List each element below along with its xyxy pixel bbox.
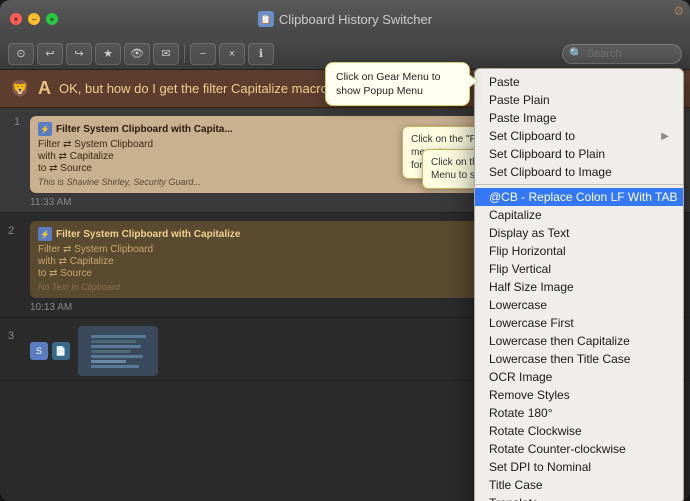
clip-time-1: 11:33 AM: [30, 197, 72, 208]
menu-item-set-dpi[interactable]: Set DPI to Nominal: [475, 458, 683, 476]
menu-item-rotate-180[interactable]: Rotate 180°: [475, 404, 683, 422]
close-button[interactable]: ×: [10, 13, 22, 25]
clip-num-2: 2: [8, 225, 14, 237]
eye-button[interactable]: 👁: [124, 43, 150, 65]
letter-a-icon: A: [38, 78, 51, 99]
thumb-line-2: [91, 340, 136, 343]
back-button[interactable]: ↩: [37, 43, 63, 65]
clip-3-icon2: 📄: [52, 342, 70, 360]
menu-item-rotate-cw[interactable]: Rotate Clockwise: [475, 422, 683, 440]
app-window: × − + 📋 Clipboard History Switcher ⊙ ↩ ↪…: [0, 0, 690, 501]
info-button[interactable]: ℹ: [248, 43, 274, 65]
minus-button[interactable]: −: [190, 43, 216, 65]
mail-button[interactable]: ✉: [153, 43, 179, 65]
menu-item-set-clipboard[interactable]: Set Clipboard to ▶: [475, 127, 683, 145]
menu-item-half-size[interactable]: Half Size Image: [475, 278, 683, 296]
menu-item-title-case[interactable]: Title Case: [475, 476, 683, 494]
titlebar-center: 📋 Clipboard History Switcher: [258, 11, 432, 27]
gear-callout: Click on Gear Menu to show Popup Menu: [325, 62, 470, 106]
toolbar-sep-1: [184, 45, 185, 63]
window-title: Clipboard History Switcher: [279, 12, 432, 27]
maximize-button[interactable]: +: [46, 13, 58, 25]
menu-item-paste-image[interactable]: Paste Image: [475, 109, 683, 127]
menu-item-remove-styles[interactable]: Remove Styles: [475, 386, 683, 404]
menu-item-rotate-ccw[interactable]: Rotate Counter-clockwise: [475, 440, 683, 458]
menu-item-cb-replace[interactable]: @CB - Replace Colon LF With TAB: [475, 188, 683, 206]
forward-button[interactable]: ↪: [66, 43, 92, 65]
menu-item-translate[interactable]: Translate: [475, 494, 683, 501]
menu-item-ocr[interactable]: OCR Image: [475, 368, 683, 386]
menu-item-lowercase-capitalize[interactable]: Lowercase then Capitalize: [475, 332, 683, 350]
search-input[interactable]: [587, 48, 672, 60]
thumb-line-3: [91, 345, 141, 348]
clip-3-lines: [87, 331, 150, 372]
brave-icon: 🦁: [10, 79, 30, 99]
clip-time-2: 10:13 AM: [30, 302, 72, 313]
camera-button[interactable]: ⊙: [8, 43, 34, 65]
menu-item-capitalize[interactable]: Capitalize: [475, 206, 683, 224]
clip-num-3: 3: [8, 330, 14, 342]
search-container: 🔍: [562, 44, 682, 64]
search-icon: 🔍: [569, 47, 583, 60]
minimize-button[interactable]: −: [28, 13, 40, 25]
thumb-line-4: [91, 350, 131, 353]
menu-item-lowercase-first[interactable]: Lowercase First: [475, 314, 683, 332]
window-controls: × − +: [10, 13, 58, 25]
submenu-arrow-1: ▶: [661, 131, 669, 142]
x-button[interactable]: ×: [219, 43, 245, 65]
clip-card-1-icon: ⚡: [38, 122, 52, 136]
popup-menu: Paste Paste Plain Paste Image Set Clipbo…: [474, 68, 684, 501]
callout-tail: [469, 75, 477, 87]
favorite-button[interactable]: ★: [95, 43, 121, 65]
thumb-line-5: [91, 355, 143, 358]
menu-item-flip-h[interactable]: Flip Horizontal: [475, 242, 683, 260]
menu-item-set-clipboard-plain[interactable]: Set Clipboard to Plain: [475, 145, 683, 163]
menu-item-display-text[interactable]: Display as Text: [475, 224, 683, 242]
clip-num-1: 1: [14, 116, 20, 128]
thumb-line-1: [91, 335, 146, 338]
thumb-line-7: [91, 365, 139, 368]
menu-item-lowercase-title[interactable]: Lowercase then Title Case: [475, 350, 683, 368]
menu-item-paste-plain[interactable]: Paste Plain: [475, 91, 683, 109]
clip-3-thumbnail: [78, 326, 158, 376]
titlebar: × − + 📋 Clipboard History Switcher: [0, 0, 690, 38]
menu-item-flip-v[interactable]: Flip Vertical: [475, 260, 683, 278]
menu-item-paste[interactable]: Paste: [475, 73, 683, 91]
app-icon: 📋: [258, 11, 274, 27]
menu-item-lowercase[interactable]: Lowercase: [475, 296, 683, 314]
clip-3-icon1: S: [30, 342, 48, 360]
menu-item-set-clipboard-image[interactable]: Set Clipboard to Image: [475, 163, 683, 181]
clip-card-2-icon: ⚡: [38, 227, 52, 241]
menu-sep-1: [475, 184, 683, 185]
thumb-line-6: [91, 360, 126, 363]
